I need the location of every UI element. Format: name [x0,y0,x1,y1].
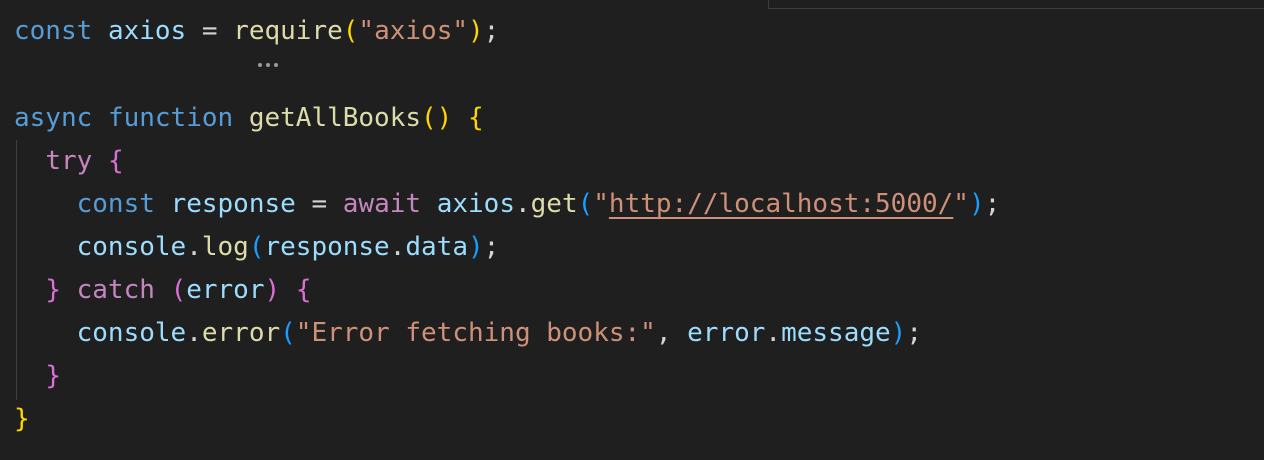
token-keyword: async [14,103,93,133]
code-line-6[interactable]: console.log(response.data); [14,230,500,264]
token-punctuation: ; [984,189,1001,219]
token-function: error [201,318,281,348]
code-line-3[interactable]: async function getAllBooks() { [14,101,484,135]
token-variable: axios [436,189,515,219]
token-variable: error [687,318,766,348]
token-bracket: ( [248,232,265,262]
token-punctuation: . [186,232,202,262]
token-bracket: ) [468,232,484,262]
token-keyword: const [76,189,155,219]
token-string: " [953,189,969,219]
token-punctuation: ; [906,318,922,348]
token-string: " [593,189,609,219]
token-variable: console [76,232,187,262]
token-punctuation: . [389,232,406,262]
code-line-5[interactable]: const response = await axios.get("http:/… [14,187,1001,221]
token-bracket: ( [342,16,359,46]
token-variable: message [781,318,891,348]
code-line-4[interactable]: try { [14,144,124,178]
token-bracket: ) [890,318,907,348]
token-keyword: const [14,16,93,46]
token-function: log [201,232,249,262]
token-variable: response [264,232,390,262]
token-punctuation: ; [483,16,500,46]
token-keyword: function [107,103,234,133]
token-bracket: ) [968,189,985,219]
url-link[interactable]: http://localhost:5000/ [609,189,953,219]
token-bracket: { [467,103,484,133]
token-punctuation: . [514,189,531,219]
token-bracket: ) [264,275,281,305]
token-bracket: } [45,275,61,305]
token-bracket: } [14,404,30,434]
token-variable: error [186,275,265,305]
code-line-10[interactable]: } [14,402,30,436]
token-variable: console [76,318,187,348]
panel-edge [768,0,1264,9]
token-string: "Error fetching books:" [295,318,656,348]
token-punctuation: . [186,318,202,348]
token-control-keyword: try [45,146,93,176]
token-string: "axios" [358,16,468,46]
token-bracket: { [107,146,124,176]
code-line-7[interactable]: } catch (error) { [14,273,311,307]
token-bracket: { [295,275,312,305]
suggestion-dots-icon[interactable] [258,44,282,67]
token-operator: = [201,16,218,46]
code-line-1[interactable]: const axios = require("axios"); [14,14,499,48]
token-bracket: } [45,361,61,391]
token-punctuation: . [765,318,782,348]
token-control-keyword: catch [76,275,155,305]
token-operator: = [311,189,328,219]
token-function: getAllBooks [248,103,422,133]
token-bracket: ( [577,189,594,219]
token-punctuation: , [655,318,672,348]
code-line-8[interactable]: console.error("Error fetching books:", e… [14,316,922,350]
token-bracket: ( [280,318,296,348]
token-variable: axios [107,16,187,46]
code-line-9[interactable]: } [14,359,61,393]
token-bracket: ( [170,275,187,305]
token-bracket: ) [468,16,484,46]
token-bracket: () [421,103,453,133]
token-function: require [233,16,343,46]
token-function: get [530,189,578,219]
token-punctuation: ; [483,232,500,262]
token-control-keyword: await [342,189,422,219]
token-variable: data [405,232,468,262]
token-variable: response [170,189,296,219]
code-editor[interactable]: const axios = require("axios"); async fu… [0,0,1264,460]
